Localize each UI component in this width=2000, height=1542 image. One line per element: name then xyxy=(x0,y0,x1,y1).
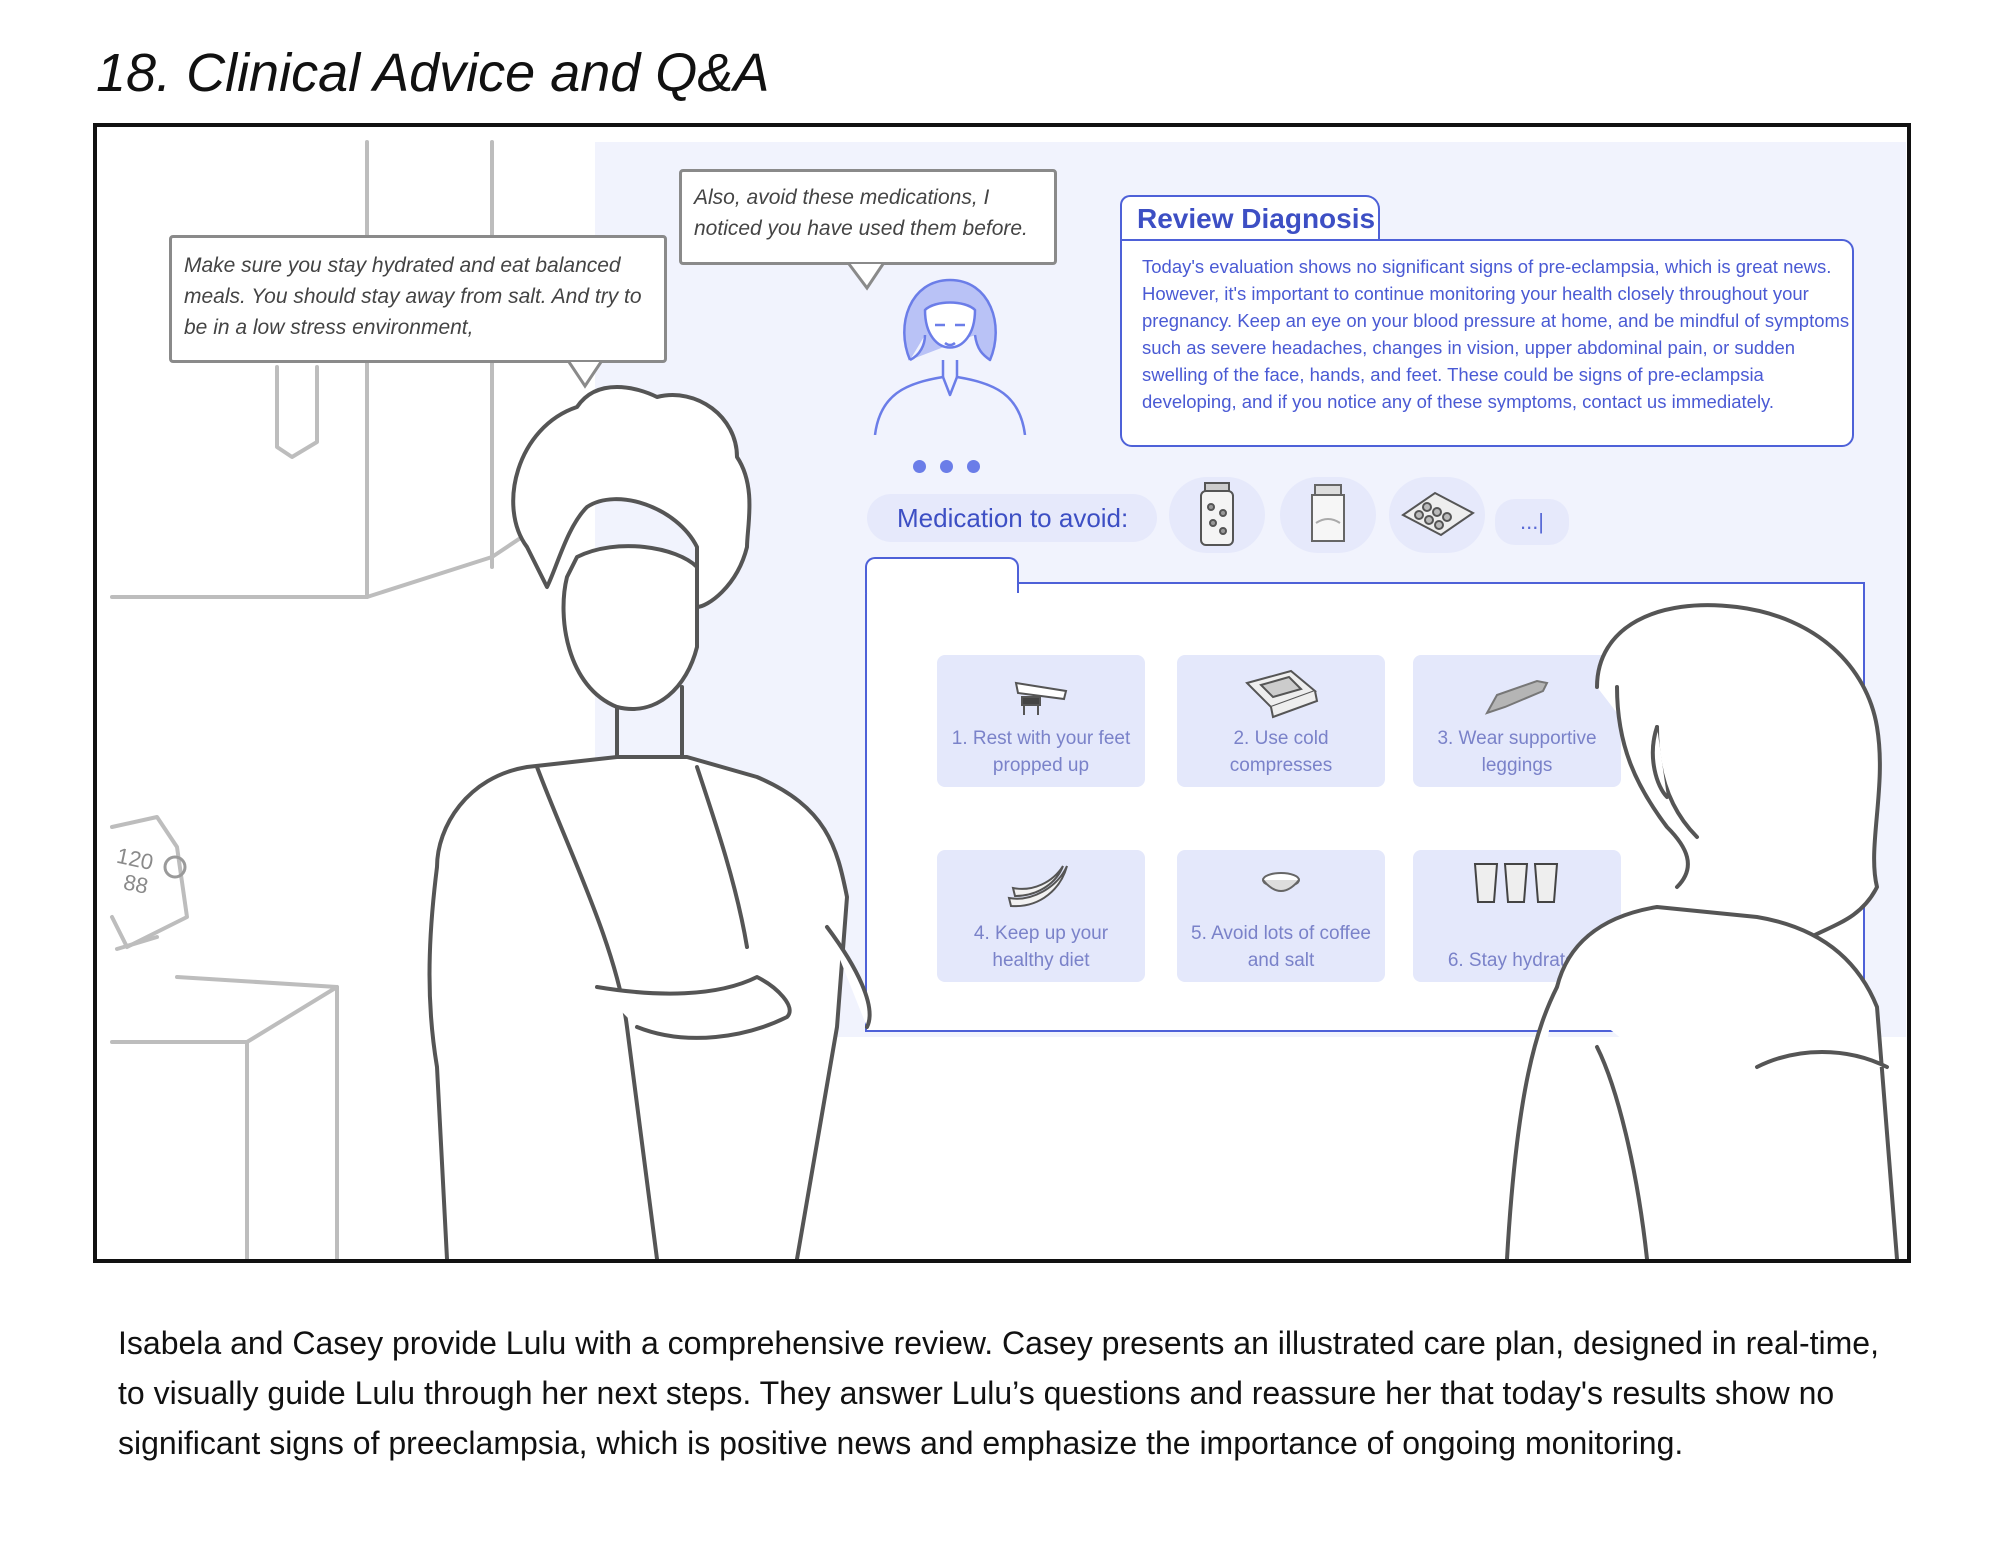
caption-text: Isabela and Casey provide Lulu with a co… xyxy=(118,1325,1879,1461)
patient-figure xyxy=(1505,603,1899,1259)
doctor-figure xyxy=(427,385,872,1259)
characters-illustration xyxy=(427,385,1899,1259)
storyboard-frame: 120 88 Make sure you stay hydrated and e… xyxy=(93,123,1911,1263)
page-title: 18. Clinical Advice and Q&A xyxy=(96,43,770,103)
